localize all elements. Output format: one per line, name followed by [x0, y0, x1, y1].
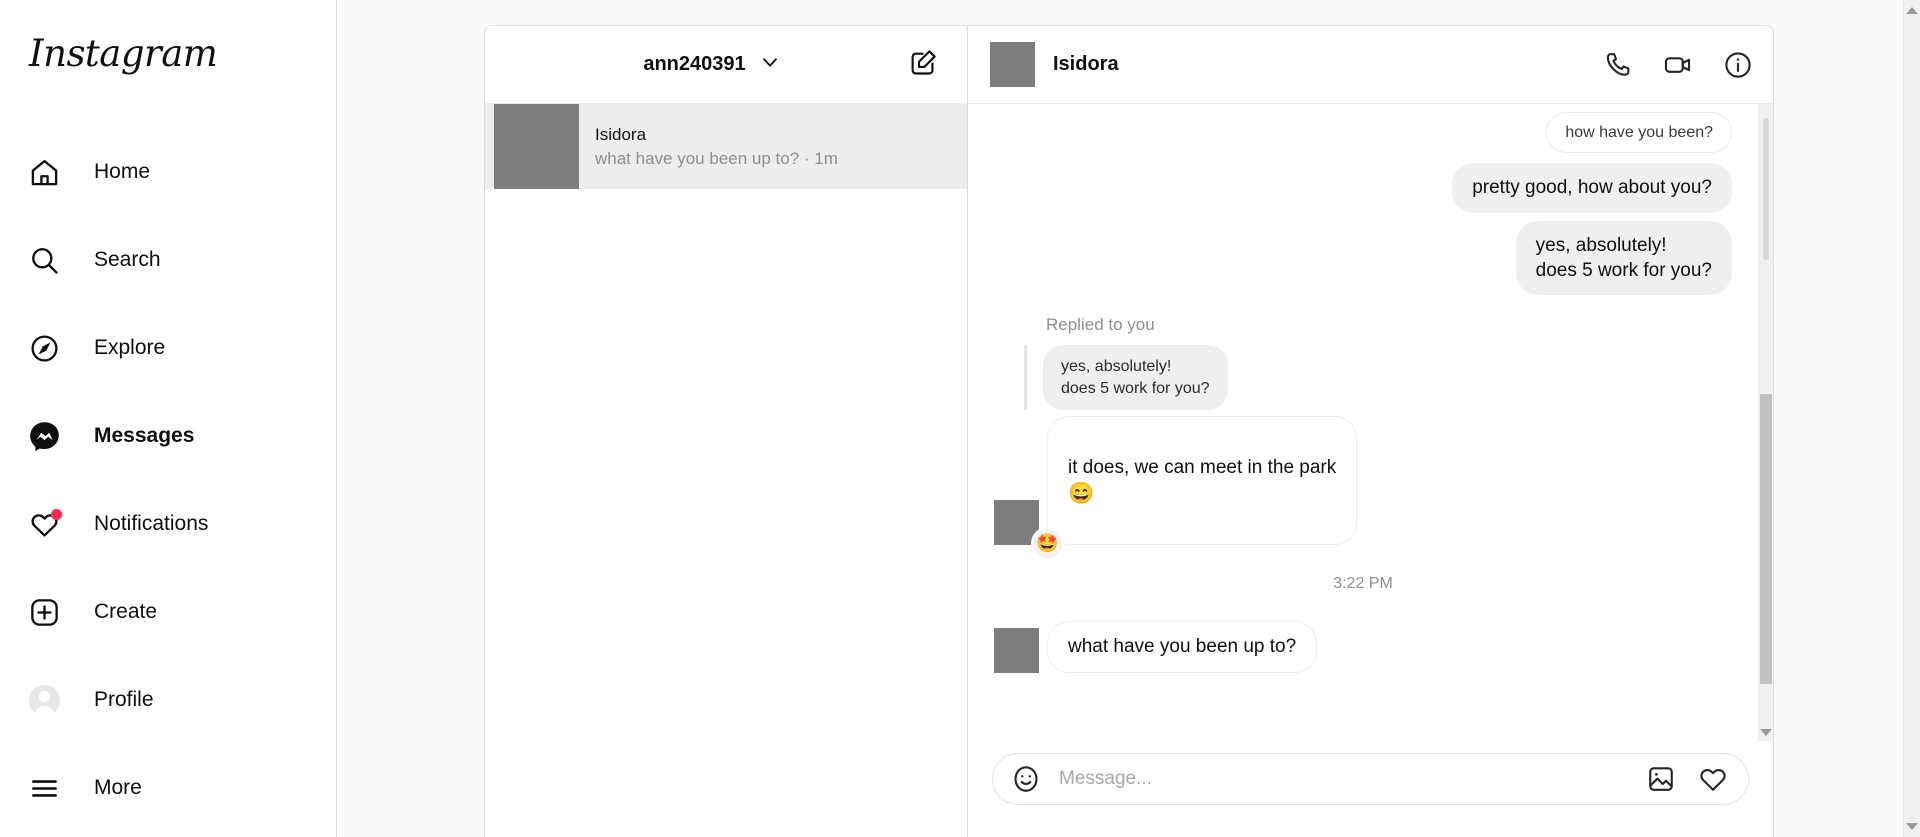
message-composer — [992, 753, 1749, 805]
message-scrollbar-thumb[interactable] — [1760, 394, 1772, 684]
conversation-name: Isidora — [595, 124, 647, 144]
sidebar-item-label: Notifications — [94, 512, 209, 535]
sidebar-item-label: Explore — [94, 336, 166, 359]
window-scroll-up-arrow[interactable] — [1904, 2, 1920, 19]
chat-peer-link[interactable]: Isidora — [990, 42, 1119, 87]
sidebar-item-home[interactable]: Home — [0, 145, 337, 199]
message-bubble-outgoing[interactable]: how have you been? — [1546, 112, 1732, 154]
compose-icon — [909, 48, 938, 82]
conversation-avatar — [494, 104, 579, 189]
chat-header: Isidora — [968, 26, 1773, 104]
conversation-snippet: what have you been up to? · 1m — [595, 148, 838, 168]
sidebar-item-label: More — [94, 776, 142, 799]
composer-actions — [1644, 762, 1730, 796]
reply-context-label: Replied to you — [1046, 315, 1155, 335]
messenger-icon — [24, 416, 64, 456]
conversation-info-icon[interactable] — [1721, 48, 1755, 82]
avatar-icon — [24, 680, 64, 720]
message-input[interactable] — [1059, 768, 1628, 790]
message-scroll-down-arrow[interactable] — [1759, 725, 1773, 739]
hamburger-icon — [24, 768, 64, 808]
conversation-text: Isidora what have you been up to? · 1m — [595, 125, 838, 169]
grinning-face-emoji: 😄 — [1068, 481, 1095, 505]
message-row: it does, we can meet in the park 😄 🤩 — [994, 416, 1732, 561]
account-switcher[interactable]: ann240391 — [541, 51, 883, 78]
reply-quote-rail — [1024, 345, 1027, 411]
star-struck-reaction[interactable]: 🤩 — [1031, 527, 1064, 561]
message-row: pretty good, how about you? — [994, 163, 1732, 213]
audio-call-icon[interactable] — [1601, 48, 1635, 82]
primary-sidebar: Instagram Home Search Explore Messages N… — [0, 0, 337, 837]
chat-pane: Isidora how have you been? pretty good, … — [968, 26, 1773, 837]
plus-square-icon — [24, 592, 64, 632]
conversation-list-header: ann240391 — [485, 26, 967, 104]
chat-peer-name: Isidora — [1053, 53, 1119, 75]
new-message-button[interactable] — [903, 45, 943, 85]
reply-quoted-message[interactable]: yes, absolutely! does 5 work for you? — [1043, 345, 1228, 411]
message-timestamp: 3:22 PM — [1333, 575, 1393, 593]
instagram-wordmark[interactable]: Instagram — [29, 32, 218, 75]
conversation-items: Isidora what have you been up to? · 1m — [485, 104, 967, 837]
window-scrollbar[interactable] — [1903, 0, 1920, 837]
sidebar-item-label: Search — [94, 248, 161, 271]
compass-icon — [24, 328, 64, 368]
emoji-face-icon[interactable] — [1009, 762, 1043, 796]
search-icon — [24, 240, 64, 280]
message-bubble-outgoing[interactable]: yes, absolutely! does 5 work for you? — [1515, 220, 1732, 296]
sidebar-nav: Home Search Explore Messages Notificatio… — [0, 145, 337, 837]
sidebar-item-messages[interactable]: Messages — [0, 409, 337, 463]
sidebar-item-explore[interactable]: Explore — [0, 321, 337, 375]
sidebar-item-create[interactable]: Create — [0, 585, 337, 639]
message-row: what have you been up to? — [994, 621, 1732, 673]
home-icon — [24, 152, 64, 192]
message-bubble-group: it does, we can meet in the park 😄 🤩 — [1031, 416, 1358, 561]
message-sender-avatar — [994, 627, 1039, 673]
message-bubble-incoming[interactable]: it does, we can meet in the park 😄 — [1047, 416, 1358, 546]
composer-zone — [968, 741, 1773, 837]
chat-header-actions — [1601, 48, 1755, 82]
conversation-item-isidora[interactable]: Isidora what have you been up to? · 1m — [485, 104, 967, 189]
attach-photo-icon[interactable] — [1644, 762, 1678, 796]
sidebar-item-search[interactable]: Search — [0, 233, 337, 287]
conversation-list-pane: ann240391 Isidora what have you been up … — [485, 26, 968, 837]
message-list: how have you been? pretty good, how abou… — [968, 104, 1758, 741]
messenger-page-background: ann240391 Isidora what have you been up … — [337, 0, 1920, 837]
message-scrollbar[interactable] — [1758, 104, 1773, 741]
video-call-icon[interactable] — [1661, 48, 1695, 82]
like-heart-icon[interactable] — [1696, 762, 1730, 796]
sidebar-item-profile[interactable]: Profile — [0, 673, 337, 727]
profile-avatar-placeholder — [28, 684, 60, 716]
chevron-down-icon — [759, 51, 781, 78]
sidebar-item-label: Create — [94, 600, 158, 623]
sidebar-item-label: Messages — [94, 424, 195, 447]
reply-quote: yes, absolutely! does 5 work for you? — [1024, 345, 1732, 411]
instagram-direct-window: Instagram Home Search Explore Messages N… — [0, 0, 1920, 837]
sidebar-item-notifications[interactable]: Notifications — [0, 497, 337, 551]
sidebar-item-label: Home — [94, 160, 151, 183]
message-text: it does, we can meet in the park — [1068, 456, 1337, 478]
message-bubble-incoming[interactable]: what have you been up to? — [1047, 621, 1318, 673]
heart-icon — [24, 504, 64, 544]
message-bubble-outgoing[interactable]: pretty good, how about you? — [1452, 163, 1732, 213]
chat-peer-avatar — [990, 42, 1035, 87]
message-row: yes, absolutely! does 5 work for you? — [994, 220, 1732, 296]
reply-context-block: Replied to you yes, absolutely! does 5 w… — [1024, 315, 1732, 411]
messenger-card: ann240391 Isidora what have you been up … — [484, 25, 1774, 837]
message-scrollbar-thumb-upper[interactable] — [1763, 118, 1769, 260]
window-scroll-down-arrow[interactable] — [1904, 818, 1920, 835]
sidebar-item-more[interactable]: More — [0, 761, 337, 815]
notification-badge-dot — [51, 509, 62, 520]
message-scroll-region: how have you been? pretty good, how abou… — [968, 104, 1773, 741]
message-row: how have you been? — [994, 112, 1732, 154]
account-username: ann240391 — [643, 53, 746, 75]
sidebar-item-label: Profile — [94, 688, 154, 711]
